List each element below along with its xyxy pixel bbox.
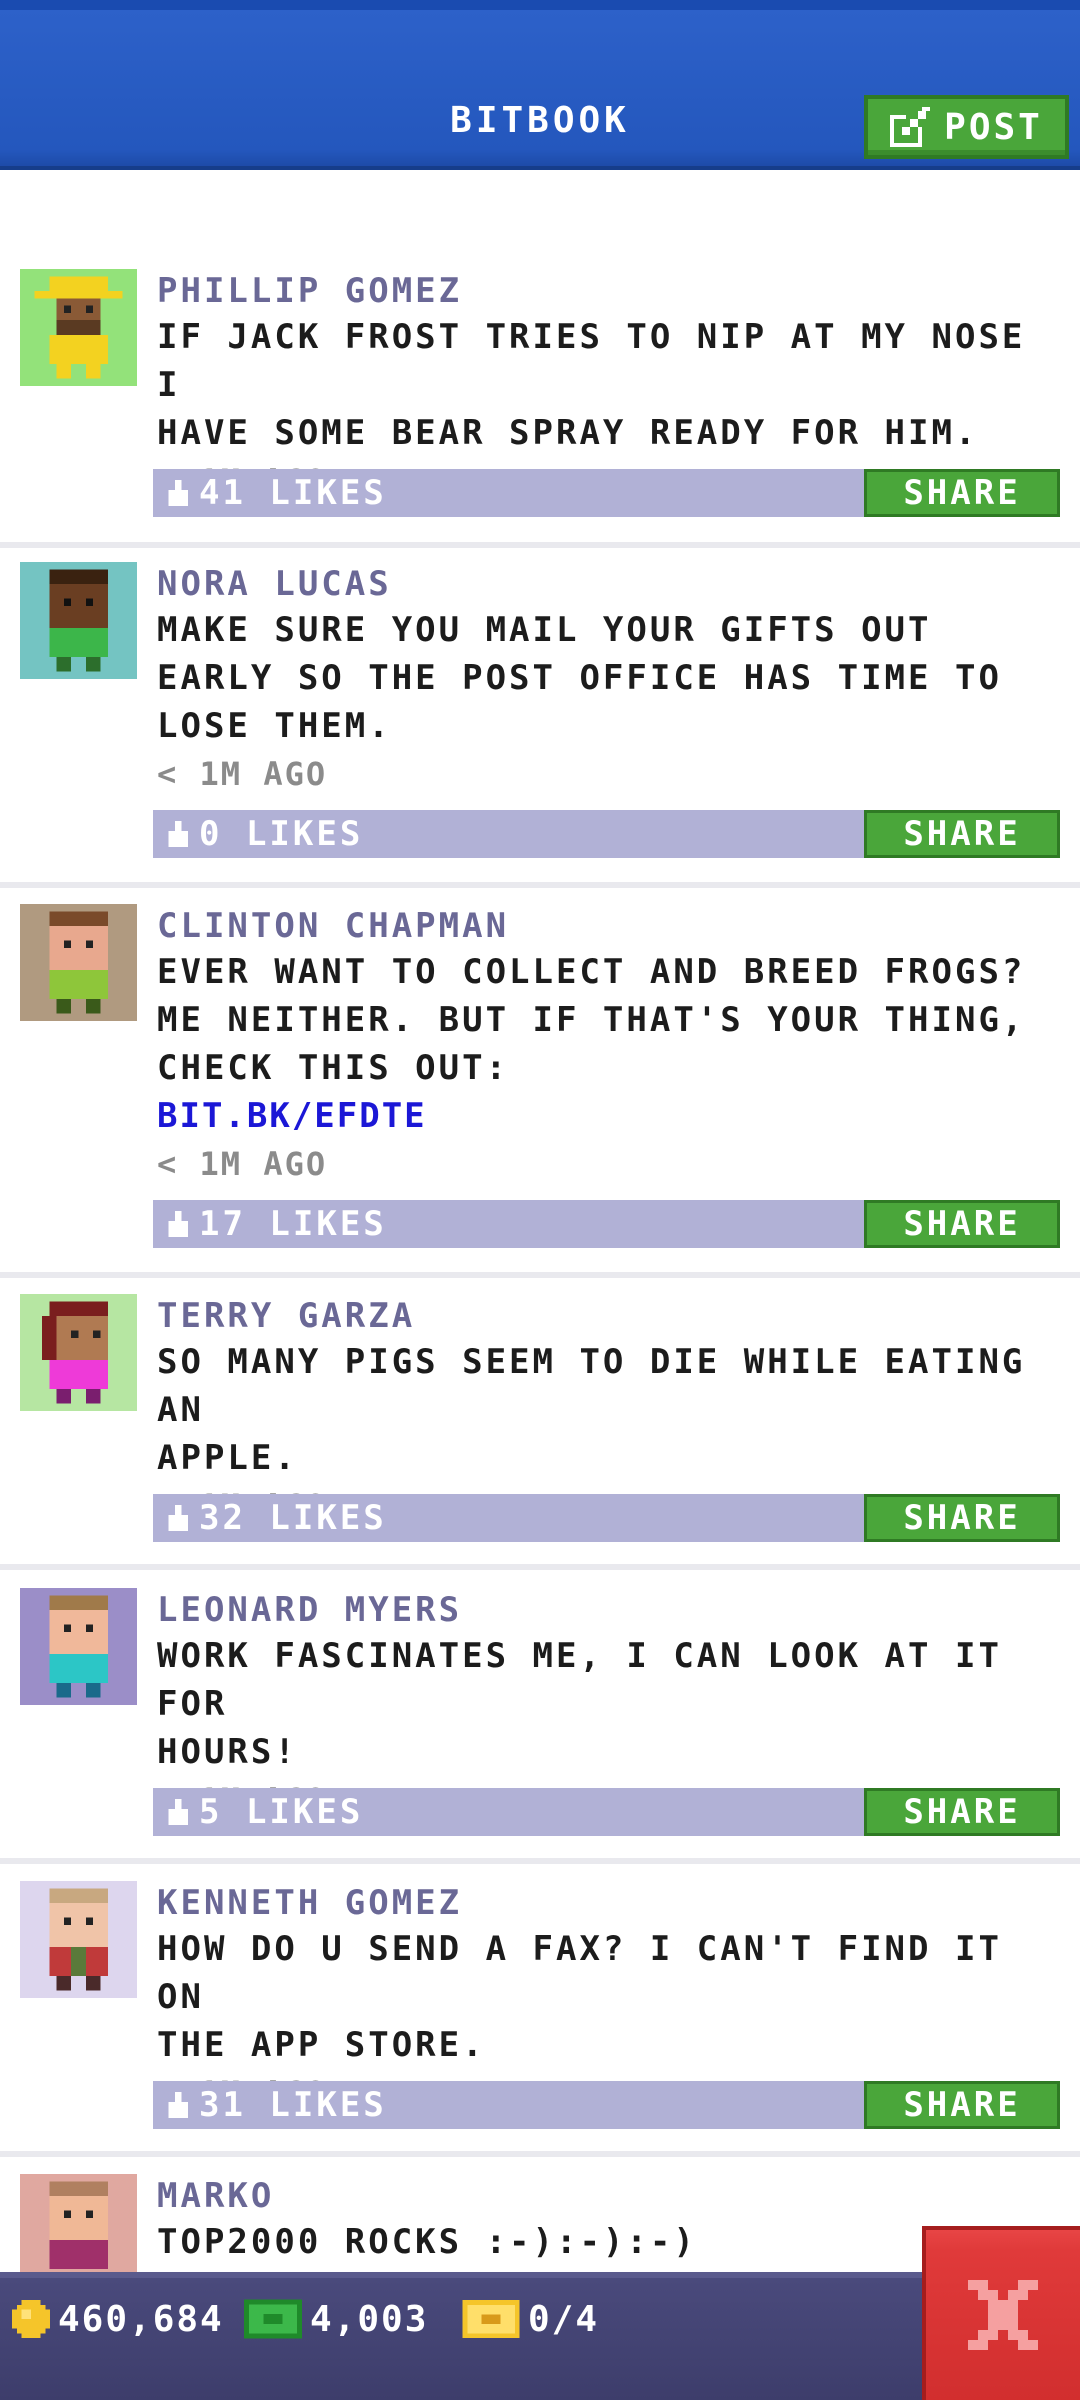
divider bbox=[0, 1272, 1080, 1278]
post-author[interactable]: TERRY GARZA bbox=[157, 1294, 1070, 1338]
post-actions-bar: 17 LIKES SHARE bbox=[153, 1200, 1060, 1248]
post-text-line: EVER WANT TO COLLECT AND BREED FROGS? bbox=[157, 952, 1026, 992]
post-text-line: HOURS! bbox=[157, 1732, 298, 1772]
share-button[interactable]: SHARE bbox=[864, 1200, 1060, 1248]
avatar-image bbox=[20, 1588, 137, 1705]
avatar-image bbox=[20, 904, 137, 1021]
post-text-line: EARLY SO THE POST OFFICE HAS TIME TO bbox=[157, 658, 1002, 698]
ticket-icon bbox=[462, 2300, 520, 2338]
like-count: 17 LIKES bbox=[199, 1204, 387, 1244]
post-button[interactable]: POST bbox=[864, 95, 1069, 159]
thumbs-up-icon bbox=[168, 1211, 188, 1237]
feed-post: KENNETH GOMEZ HOW DO U SEND A FAX? I CAN… bbox=[0, 1881, 1080, 2161]
post-text-line: APPLE. bbox=[157, 1438, 298, 1478]
avatar[interactable] bbox=[20, 904, 137, 1021]
feed-post: PHILLIP GOMEZ IF JACK FROST TRIES TO NIP… bbox=[0, 269, 1080, 559]
avatar[interactable] bbox=[20, 269, 137, 386]
bux-value: 4,003 bbox=[310, 2298, 429, 2340]
post-text-line: SO MANY PIGS SEEM TO DIE WHILE EATING AN bbox=[157, 1342, 1026, 1430]
feed-post: LEONARD MYERS WORK FASCINATES ME, I CAN … bbox=[0, 1588, 1080, 1868]
close-button[interactable] bbox=[922, 2226, 1080, 2400]
post-actions-bar: 0 LIKES SHARE bbox=[153, 810, 1060, 858]
post-text-line: CHECK THIS OUT: bbox=[157, 1048, 510, 1088]
share-button[interactable]: SHARE bbox=[864, 810, 1060, 858]
post-text-line: IF JACK FROST TRIES TO NIP AT MY NOSE I bbox=[157, 317, 1026, 405]
like-count: 5 LIKES bbox=[199, 1792, 364, 1832]
divider bbox=[0, 542, 1080, 548]
post-time: < 1M AGO bbox=[157, 755, 328, 793]
thumbs-up-icon bbox=[168, 2092, 188, 2118]
share-button[interactable]: SHARE bbox=[864, 1494, 1060, 1542]
post-author[interactable]: MARKO bbox=[157, 2174, 1070, 2218]
bux-icon bbox=[244, 2299, 302, 2339]
bux-counter: 4,003 bbox=[244, 2294, 428, 2344]
feed-post: MARKO TOP2000 ROCKS :-):-):-) bbox=[0, 2174, 1080, 2272]
like-count: 32 LIKES bbox=[199, 1498, 387, 1538]
coins-value: 460,684 bbox=[58, 2298, 224, 2340]
share-button[interactable]: SHARE bbox=[864, 1788, 1060, 1836]
post-actions-bar: 5 LIKES SHARE bbox=[153, 1788, 1060, 1836]
avatar[interactable] bbox=[20, 1294, 137, 1411]
currency-bar: 460,684 4,003 0/4 bbox=[0, 2272, 1080, 2400]
post-author[interactable]: KENNETH GOMEZ bbox=[157, 1881, 1070, 1925]
share-button[interactable]: SHARE bbox=[864, 2081, 1060, 2129]
post-text-line: MAKE SURE YOU MAIL YOUR GIFTS OUT bbox=[157, 610, 932, 650]
post-actions-bar: 31 LIKES SHARE bbox=[153, 2081, 1060, 2129]
avatar-image bbox=[20, 269, 137, 386]
like-count: 41 LIKES bbox=[199, 473, 387, 513]
close-icon bbox=[968, 2280, 1038, 2350]
avatar[interactable] bbox=[20, 1588, 137, 1705]
post-author[interactable]: LEONARD MYERS bbox=[157, 1588, 1070, 1632]
post-author[interactable]: PHILLIP GOMEZ bbox=[157, 269, 1070, 313]
avatar[interactable] bbox=[20, 562, 137, 679]
feed-post: CLINTON CHAPMAN EVER WANT TO COLLECT AND… bbox=[0, 904, 1080, 1284]
avatar-image bbox=[20, 2174, 137, 2272]
avatar[interactable] bbox=[20, 2174, 137, 2272]
coin-icon bbox=[12, 2300, 50, 2338]
app-header: BITBOOK POST bbox=[0, 0, 1080, 170]
like-button[interactable]: 41 LIKES bbox=[165, 469, 387, 517]
avatar-image bbox=[20, 1881, 137, 1998]
divider bbox=[0, 882, 1080, 888]
thumbs-up-icon bbox=[168, 1505, 188, 1531]
like-count: 31 LIKES bbox=[199, 2085, 387, 2125]
tickets-counter: 0/4 bbox=[462, 2294, 599, 2344]
post-actions-bar: 32 LIKES SHARE bbox=[153, 1494, 1060, 1542]
post-author[interactable]: CLINTON CHAPMAN bbox=[157, 904, 1070, 948]
tickets-value: 0/4 bbox=[528, 2298, 600, 2340]
post-text-line: THE APP STORE. bbox=[157, 2025, 486, 2065]
post-text-line: HOW DO U SEND A FAX? I CAN'T FIND IT ON bbox=[157, 1929, 1002, 2017]
divider bbox=[0, 1858, 1080, 1864]
like-button[interactable]: 17 LIKES bbox=[165, 1200, 387, 1248]
coins-counter: 460,684 bbox=[12, 2294, 224, 2344]
divider bbox=[0, 1564, 1080, 1570]
feed-post: NORA LUCAS MAKE SURE YOU MAIL YOUR GIFTS… bbox=[0, 562, 1080, 892]
like-count: 0 LIKES bbox=[199, 814, 364, 854]
post-time: < 1M AGO bbox=[157, 1145, 328, 1183]
like-button[interactable]: 32 LIKES bbox=[165, 1494, 387, 1542]
compose-icon bbox=[890, 107, 931, 147]
post-link[interactable]: BIT.BK/EFDTE bbox=[157, 1092, 1070, 1140]
avatar[interactable] bbox=[20, 1881, 137, 1998]
post-text-line: ME NEITHER. BUT IF THAT'S YOUR THING, bbox=[157, 1000, 1026, 1040]
avatar-image bbox=[20, 1294, 137, 1411]
post-button-label: POST bbox=[944, 106, 1043, 148]
thumbs-up-icon bbox=[168, 821, 188, 847]
feed-post: TERRY GARZA SO MANY PIGS SEEM TO DIE WHI… bbox=[0, 1294, 1080, 1574]
post-text-line: LOSE THEM. bbox=[157, 706, 392, 746]
post-author[interactable]: NORA LUCAS bbox=[157, 562, 1070, 606]
feed-list[interactable]: PHILLIP GOMEZ IF JACK FROST TRIES TO NIP… bbox=[0, 174, 1080, 2272]
thumbs-up-icon bbox=[168, 1799, 188, 1825]
share-button[interactable]: SHARE bbox=[864, 469, 1060, 517]
thumbs-up-icon bbox=[168, 480, 188, 506]
like-button[interactable]: 31 LIKES bbox=[165, 2081, 387, 2129]
post-text-line: HAVE SOME BEAR SPRAY READY FOR HIM. bbox=[157, 413, 979, 453]
like-button[interactable]: 0 LIKES bbox=[165, 810, 363, 858]
post-text-line: WORK FASCINATES ME, I CAN LOOK AT IT FOR bbox=[157, 1636, 1002, 1724]
post-actions-bar: 41 LIKES SHARE bbox=[153, 469, 1060, 517]
avatar-image bbox=[20, 562, 137, 679]
divider bbox=[0, 2151, 1080, 2157]
like-button[interactable]: 5 LIKES bbox=[165, 1788, 363, 1836]
